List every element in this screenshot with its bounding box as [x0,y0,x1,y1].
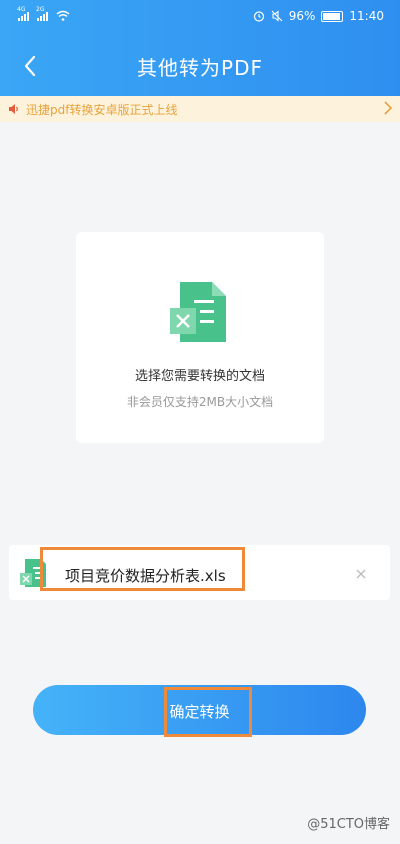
notice-banner[interactable]: 迅捷pdf转换安卓版正式上线 [0,96,400,122]
excel-document-icon [168,280,232,348]
confirm-convert-button[interactable]: 确定转换 [33,685,366,737]
file-name: 项目竞价数据分析表.xls [65,567,226,585]
alarm-icon [253,11,264,22]
watermark: @51CTO博客 [307,817,390,832]
chevron-left-icon [24,55,36,77]
network-type-label: 4G [17,6,26,13]
upload-instruction: 选择您需要转换的文档 [134,369,265,384]
page-title: 其他转为PDF [137,55,263,80]
status-bar: 4G 2G 96% 11:40 [0,0,400,34]
selected-file-item: 项目竞价数据分析表.xls [9,545,390,600]
close-icon [356,569,366,579]
app-header: 4G 2G 96% 11:40 其他转为PDF [0,0,400,96]
signal-icon: 4G [17,6,29,21]
clock: 11:40 [349,9,384,23]
remove-file-button[interactable] [356,564,366,583]
wifi-icon [56,10,70,21]
battery-percent: 96% [288,9,316,23]
select-document-card[interactable]: 选择您需要转换的文档 非会员仅支持2MB大小文档 [76,232,324,443]
confirm-convert-label: 确定转换 [169,703,230,721]
speaker-icon [8,103,20,115]
chevron-right-icon [384,101,393,118]
notice-text: 迅捷pdf转换安卓版正式上线 [26,102,178,117]
upload-size-hint: 非会员仅支持2MB大小文档 [126,395,274,409]
signal-icon-2: 2G [36,6,48,21]
battery-icon [321,10,344,22]
network-type-label-2: 2G [36,6,45,13]
mute-icon [271,10,283,22]
title-bar: 其他转为PDF [0,40,400,92]
back-button[interactable] [12,48,48,84]
